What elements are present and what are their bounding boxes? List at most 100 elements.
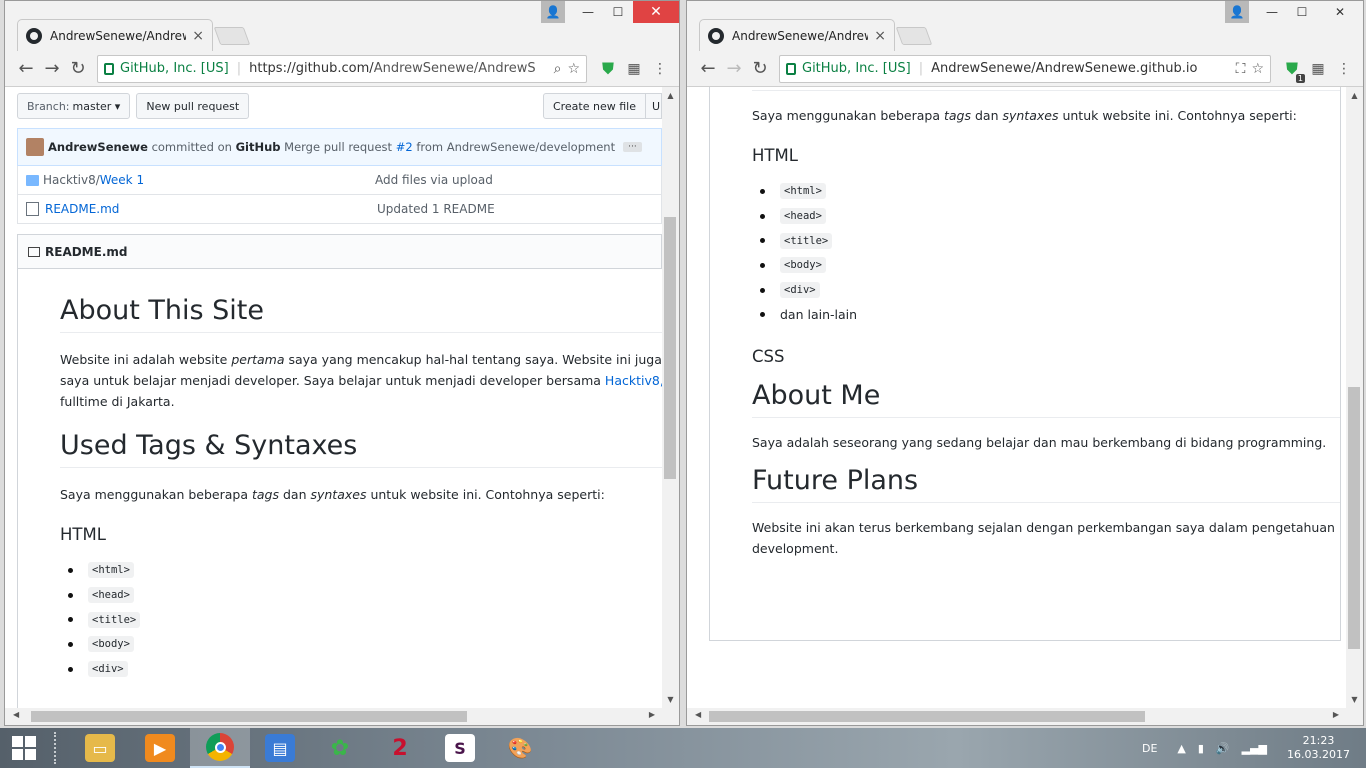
qr-code-icon[interactable]: ▦ [1307, 58, 1329, 80]
address-bar[interactable]: GitHub, Inc. [US] | https://github.com/A… [97, 54, 587, 83]
shield-extension-icon[interactable]: ⛊ 1 [1281, 58, 1305, 83]
taskbar-control-panel[interactable]: ▤ [250, 728, 310, 768]
secure-label: GitHub, Inc. [US] [120, 61, 229, 76]
maximize-button[interactable]: ☐ [1287, 1, 1317, 23]
taskbar-chrome[interactable] [190, 728, 250, 768]
address-bar[interactable]: GitHub, Inc. [US] | AndrewSenewe/AndrewS… [779, 54, 1271, 83]
code-tag: <div> [88, 661, 128, 678]
bookmark-star-icon[interactable]: ☆ [1251, 61, 1264, 77]
file-commit-message[interactable]: Updated 1 README [377, 202, 495, 216]
about-paragraph-line2: saya untuk belajar menjadi developer. Sa… [60, 370, 662, 391]
taskbar-slack[interactable]: S [430, 728, 490, 768]
maximize-button[interactable]: ☐ [603, 1, 633, 23]
list-item: <head> [60, 583, 662, 608]
user-icon[interactable]: 👤 [541, 1, 565, 23]
scroll-up-arrow[interactable]: ▲ [1346, 87, 1363, 104]
taskbar-grip[interactable] [54, 732, 58, 764]
menu-icon[interactable]: ⋮ [1333, 58, 1355, 80]
taskbar-paint[interactable]: 🎨 [490, 728, 550, 768]
close-tab-icon[interactable]: × [874, 28, 886, 44]
commit-message-prefix[interactable]: Merge pull request [284, 140, 392, 154]
shield-extension-icon[interactable]: ⛊ [597, 58, 619, 80]
create-new-file-button[interactable]: Create new file [542, 93, 646, 119]
about-paragraph-line1: Website ini adalah website pertama saya … [60, 349, 662, 370]
minimize-button[interactable]: — [1257, 1, 1287, 23]
bookmark-star-icon[interactable]: ☆ [567, 61, 580, 77]
github-icon [26, 27, 42, 44]
back-button[interactable]: ← [13, 56, 39, 82]
scroll-up-arrow[interactable]: ▲ [662, 87, 679, 104]
about-me-paragraph: Saya adalah seseorang yang sedang belaja… [752, 435, 1327, 451]
future-paragraph-line1: Website ini akan terus berkembang sejala… [752, 520, 1335, 536]
scroll-right-arrow[interactable]: ▶ [649, 710, 655, 719]
translate-icon[interactable]: ⛶ [1236, 61, 1246, 77]
close-window-button[interactable]: ✕ [1317, 1, 1363, 23]
left-tab[interactable]: AndrewSenewe/AndrewS × [17, 19, 213, 51]
vertical-scrollbar[interactable]: ▲ ▼ [1346, 87, 1363, 708]
scroll-thumb[interactable] [664, 217, 676, 479]
qr-code-icon[interactable]: ▦ [623, 58, 645, 80]
code-tag: <head> [780, 208, 826, 225]
forward-button[interactable]: → [721, 56, 747, 82]
minimize-button[interactable]: — [573, 1, 603, 23]
hscroll-thumb[interactable] [709, 711, 1145, 722]
file-commit-message[interactable]: Add files via upload [375, 173, 493, 187]
network-signal-icon[interactable]: ▂▄▆ [1242, 742, 1267, 755]
horizontal-scrollbar[interactable]: ◀ ▶ [5, 708, 679, 725]
code-tag: <html> [88, 562, 134, 579]
clock[interactable]: 21:23 16.03.2017 [1287, 734, 1350, 762]
show-hidden-icons-icon[interactable]: ▲ [1177, 742, 1185, 755]
scroll-thumb[interactable] [1348, 387, 1360, 649]
taskbar-app-2[interactable]: 2 [370, 728, 430, 768]
scroll-left-arrow[interactable]: ◀ [13, 710, 19, 719]
file-name[interactable]: README.md [45, 202, 377, 216]
commit-expand-button[interactable]: ··· [623, 142, 642, 152]
scroll-down-arrow[interactable]: ▼ [662, 691, 679, 708]
back-button[interactable]: ← [695, 56, 721, 82]
upload-files-button[interactable]: Up [646, 93, 662, 119]
battery-icon[interactable]: ▮ [1198, 742, 1204, 755]
new-tab-button[interactable] [895, 27, 933, 45]
commit-author[interactable]: AndrewSenewe [48, 140, 148, 154]
heading-about-this-site: About This Site [60, 295, 662, 333]
new-tab-button[interactable] [213, 27, 251, 45]
file-row-readme[interactable]: README.md Updated 1 README [17, 195, 662, 224]
file-name[interactable]: Hacktiv8/Week 1 [43, 173, 375, 187]
vertical-scrollbar[interactable]: ▲ ▼ [662, 87, 679, 708]
hacktiv8-link[interactable]: Hacktiv8, [605, 373, 662, 388]
left-tab-title: AndrewSenewe/AndrewS [50, 28, 187, 43]
file-row-week1[interactable]: Hacktiv8/Week 1 Add files via upload [17, 166, 662, 195]
volume-icon[interactable]: 🔊 [1216, 742, 1230, 755]
zoom-icon[interactable]: ⌕ [554, 61, 562, 77]
menu-icon[interactable]: ⋮ [649, 58, 671, 80]
tags-text-b: dan [971, 108, 1003, 123]
user-icon[interactable]: 👤 [1225, 1, 1249, 23]
right-toolbar: ← → ↻ GitHub, Inc. [US] | AndrewSenewe/A… [687, 51, 1363, 87]
left-browser-window: AndrewSenewe/AndrewS × 👤 — ☐ ✕ ← → ↻ Git… [4, 0, 680, 726]
right-tab[interactable]: AndrewSenewe/AndrewS × [699, 19, 895, 51]
new-pull-request-button[interactable]: New pull request [136, 93, 250, 119]
taskbar-media-player[interactable]: ▶ [130, 728, 190, 768]
close-window-button[interactable]: ✕ [633, 1, 679, 23]
horizontal-scrollbar[interactable]: ◀ ▶ [687, 708, 1363, 725]
avatar[interactable] [26, 138, 44, 156]
hscroll-thumb[interactable] [31, 711, 467, 722]
reload-button[interactable]: ↻ [747, 56, 773, 82]
heading-html: HTML [60, 525, 106, 544]
scroll-left-arrow[interactable]: ◀ [695, 710, 701, 719]
taskbar-icq[interactable]: ✿ [310, 728, 370, 768]
taskbar-file-explorer[interactable]: ▭ [70, 728, 130, 768]
reload-button[interactable]: ↻ [65, 56, 91, 82]
start-button[interactable] [0, 728, 48, 768]
lock-icon [104, 62, 114, 75]
language-indicator[interactable]: DE [1142, 742, 1157, 755]
scroll-down-arrow[interactable]: ▼ [1346, 691, 1363, 708]
forward-button[interactable]: → [39, 56, 65, 82]
pull-request-link[interactable]: #2 [396, 140, 413, 154]
branch-select[interactable]: Branch: master ▾ [17, 93, 131, 119]
scroll-right-arrow[interactable]: ▶ [1333, 710, 1339, 719]
branch-value: master [72, 99, 112, 113]
commit-message-suffix[interactable]: from AndrewSenewe/development [416, 140, 615, 154]
heading-future-plans: Future Plans [752, 465, 1340, 504]
close-tab-icon[interactable]: × [192, 28, 204, 44]
